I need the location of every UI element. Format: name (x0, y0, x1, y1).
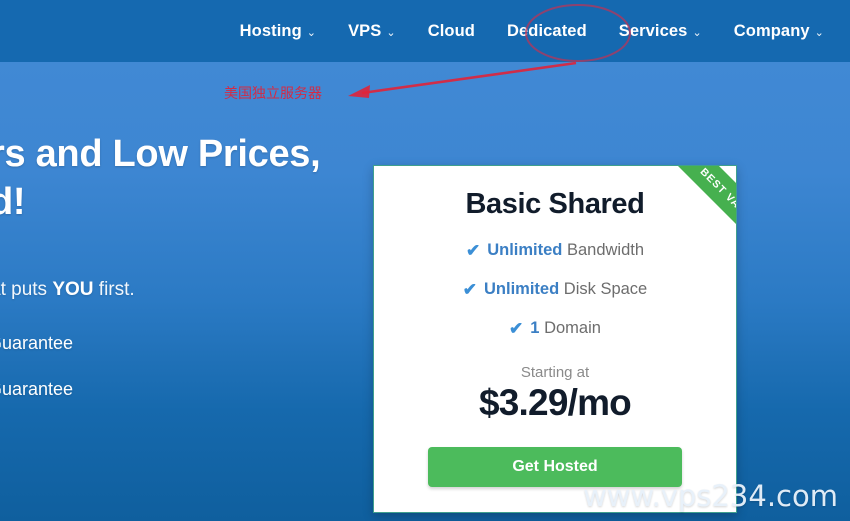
feature-row-bandwidth: ✔ Unlimited Bandwidth (374, 241, 736, 260)
hero-guarantee-item: Guarantee (0, 379, 74, 399)
hero-sub-emphasis: YOU (52, 279, 94, 300)
nav-item-label: Dedicated (506, 21, 587, 40)
pricing-card-title: Basic Shared (465, 188, 645, 220)
feature-text: Unlimited Bandwidth (487, 241, 644, 260)
nav-item-label: Cloud (427, 21, 475, 40)
feature-strong: Unlimited (484, 280, 560, 298)
feature-text: 1 Domain (530, 319, 601, 338)
pricing-card: BEST VALUE Basic Shared ✔ Unlimited Band… (373, 165, 737, 513)
hero-sub-suffix: first. (93, 279, 135, 300)
nav-item-dedicated[interactable]: Dedicated (491, 22, 603, 41)
nav-item-cloud[interactable]: Cloud (412, 22, 491, 41)
hero-section: rs and Low Prices, d! at puts YOU first.… (0, 62, 850, 521)
hero-subheadline: at puts YOU first. (0, 277, 135, 303)
hero-headline: rs and Low Prices, d! (0, 133, 321, 223)
nav-item-label: Hosting (239, 21, 302, 40)
price-caption: Starting at (520, 364, 590, 381)
hero-sub-prefix: at puts (0, 279, 48, 300)
feature-rest: Disk Space (559, 280, 648, 298)
feature-strong: Unlimited (487, 241, 563, 259)
hero-guarantee-item: Guarantee (0, 333, 74, 353)
check-icon: ✔ (509, 319, 524, 338)
chevron-down-icon: ⌄ (814, 26, 824, 39)
check-icon: ✔ (462, 280, 478, 299)
chevron-down-icon: ⌄ (386, 26, 396, 39)
nav-item-label: Company (733, 21, 810, 40)
nav-item-label: VPS (348, 21, 382, 40)
chevron-down-icon: ⌄ (306, 26, 317, 39)
check-icon: ✔ (465, 241, 481, 260)
feature-rest: Domain (539, 319, 601, 337)
nav-menu: Hosting ⌄ VPS ⌄ Cloud Dedicated Services… (224, 0, 840, 62)
nav-item-label: Services (618, 21, 688, 40)
top-navigation-bar: Hosting ⌄ VPS ⌄ Cloud Dedicated Services… (0, 0, 850, 62)
nav-item-hosting[interactable]: Hosting ⌄ (224, 22, 332, 41)
feature-row-domain: ✔ 1 Domain (374, 319, 736, 338)
price-amount: $3.29/mo (479, 382, 632, 423)
nav-item-vps[interactable]: VPS ⌄ (332, 22, 412, 41)
nav-item-services[interactable]: Services ⌄ (603, 22, 718, 41)
feature-rest: Bandwidth (562, 241, 645, 259)
site-watermark: www.vps234.com (583, 479, 838, 513)
chevron-down-icon: ⌄ (692, 26, 702, 39)
feature-text: Unlimited Disk Space (484, 280, 647, 299)
feature-row-disk-space: ✔ Unlimited Disk Space (374, 280, 736, 299)
nav-item-company[interactable]: Company ⌄ (718, 22, 840, 41)
